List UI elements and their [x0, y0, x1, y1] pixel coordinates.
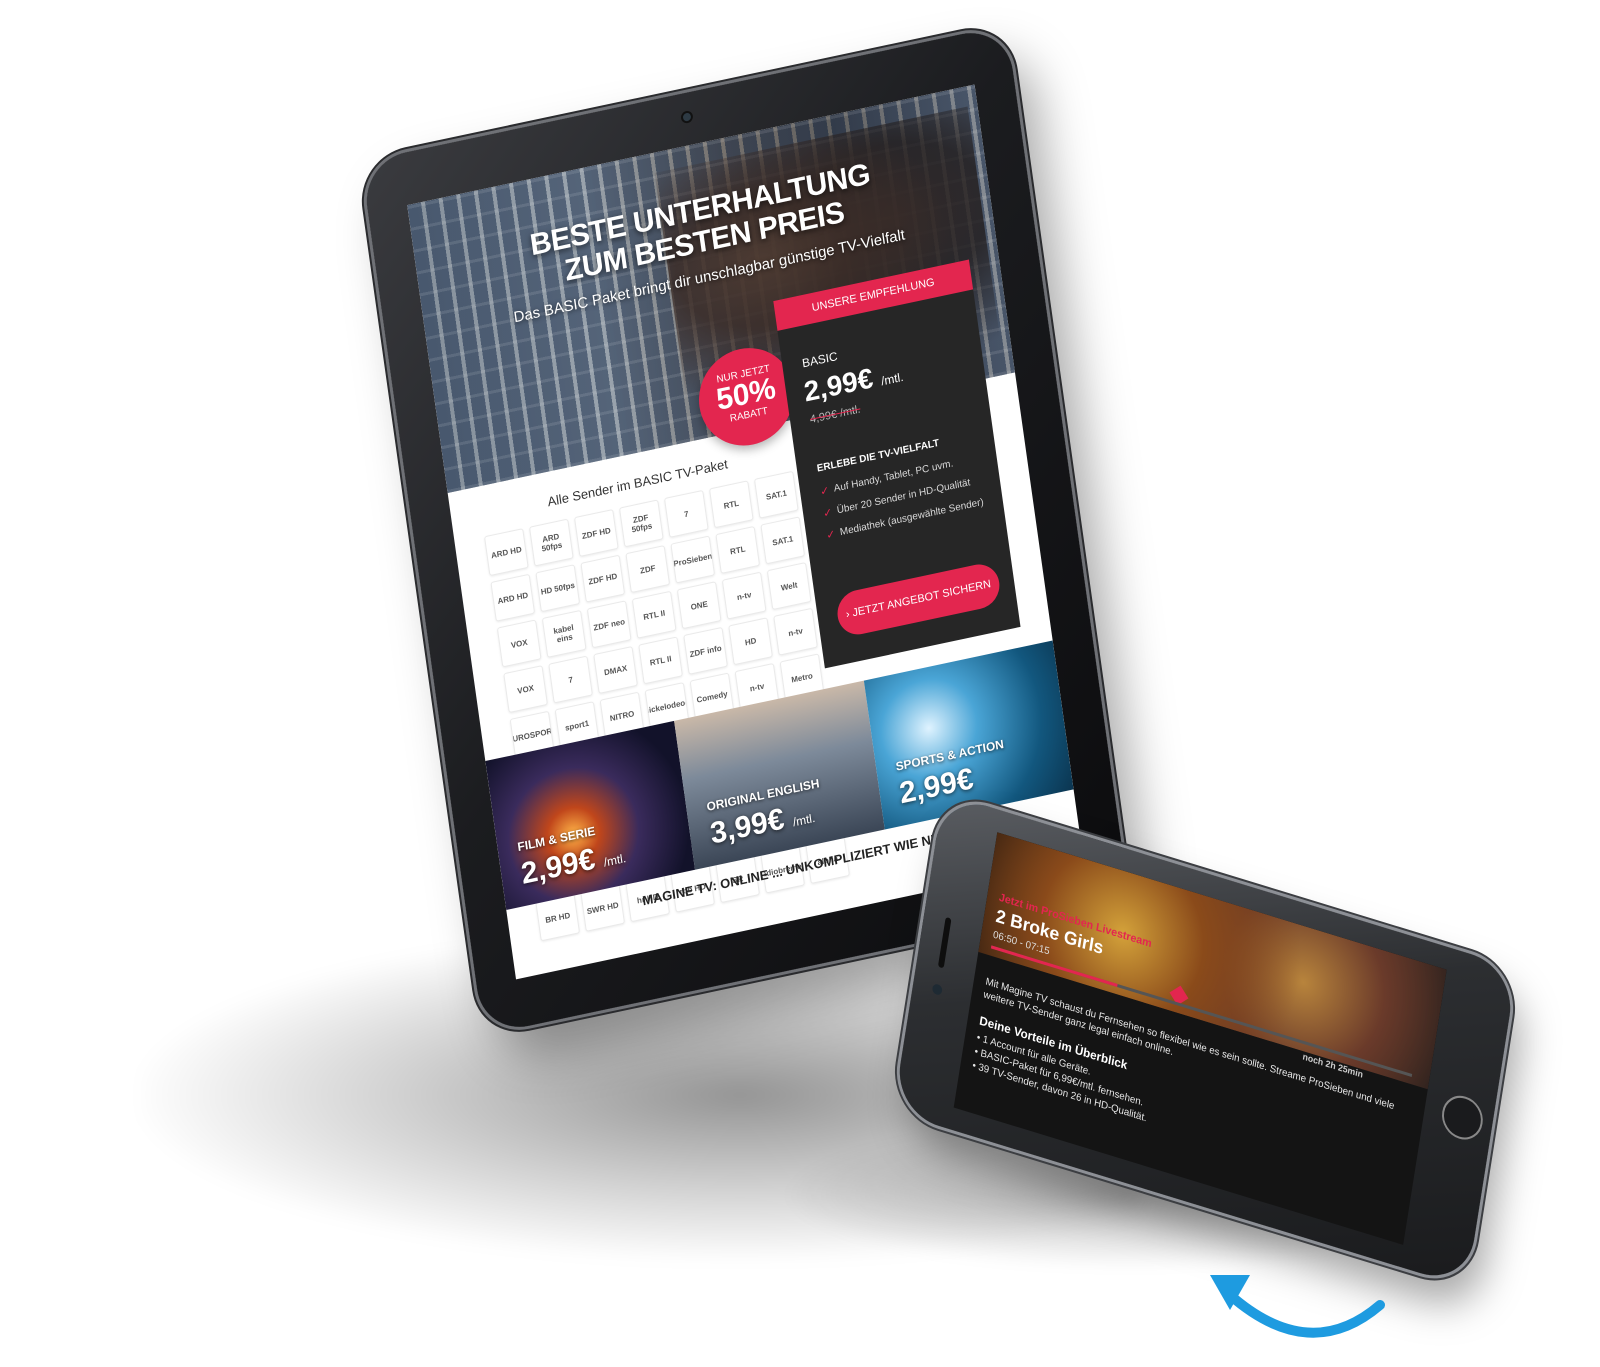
- package-tile-sports[interactable]: SPORTS & ACTION 2,99€: [863, 640, 1074, 830]
- channel-logo: 7: [548, 655, 593, 704]
- channel-logo: ProSieben: [670, 535, 716, 584]
- channel-logo: RTL: [715, 525, 761, 574]
- channel-logo: VOX: [503, 665, 548, 714]
- channel-logo: n-tv: [773, 607, 818, 656]
- offer-price-unit: /mtl.: [880, 369, 905, 389]
- check-icon: ✓: [819, 484, 831, 499]
- phone-camera: [931, 983, 943, 996]
- check-icon: ✓: [825, 528, 837, 543]
- channel-logo: ZDF info: [683, 626, 728, 675]
- channel-logo: SAT.1: [760, 516, 806, 565]
- offer-old-price: 4,99€ /mtl.: [809, 403, 862, 427]
- channel-logo: RTL: [708, 480, 754, 529]
- tile-price-unit: /mtl.: [602, 850, 627, 870]
- channel-logo: VOX: [496, 619, 542, 668]
- channel-logo: 7: [663, 489, 709, 538]
- channel-logo: kabel eins: [541, 609, 587, 658]
- offer-tier: BASIC: [801, 349, 839, 371]
- channel-logo: DMAX: [593, 645, 638, 694]
- channel-logo: ZDF neo: [586, 600, 632, 649]
- channel-logo: ZDF: [625, 545, 671, 594]
- cta-button[interactable]: › JETZT ANGEBOT SICHERN: [834, 560, 1003, 639]
- home-button[interactable]: [1439, 1090, 1486, 1145]
- channel-logo: SAT.1: [753, 470, 799, 519]
- channel-logo: n-tv: [721, 571, 767, 620]
- channel-logo: ZDF HD: [580, 554, 626, 603]
- channel-logo: RTL II: [638, 636, 683, 685]
- check-icon: ✓: [822, 506, 834, 521]
- channel-logo: ONE: [676, 581, 722, 630]
- channel-logo: Welt: [766, 562, 812, 611]
- offer-price-value: 2,99€: [802, 362, 875, 408]
- tablet-camera: [682, 112, 692, 122]
- channel-logo: HD: [728, 617, 773, 666]
- channel-logo: ARD 50fps: [528, 518, 574, 567]
- channel-logo: ARD HD: [483, 528, 529, 577]
- tile-price-unit: /mtl.: [791, 810, 817, 830]
- phone-speaker: [937, 916, 952, 969]
- channel-logo: HD 50fps: [535, 564, 581, 613]
- curved-arrow-icon: [1210, 1275, 1385, 1338]
- channel-logo: ZDF 50fps: [618, 499, 664, 548]
- channel-logo: ARD HD: [490, 573, 536, 622]
- channel-logo: ZDF HD: [573, 508, 619, 557]
- channel-logo: RTL II: [631, 590, 677, 639]
